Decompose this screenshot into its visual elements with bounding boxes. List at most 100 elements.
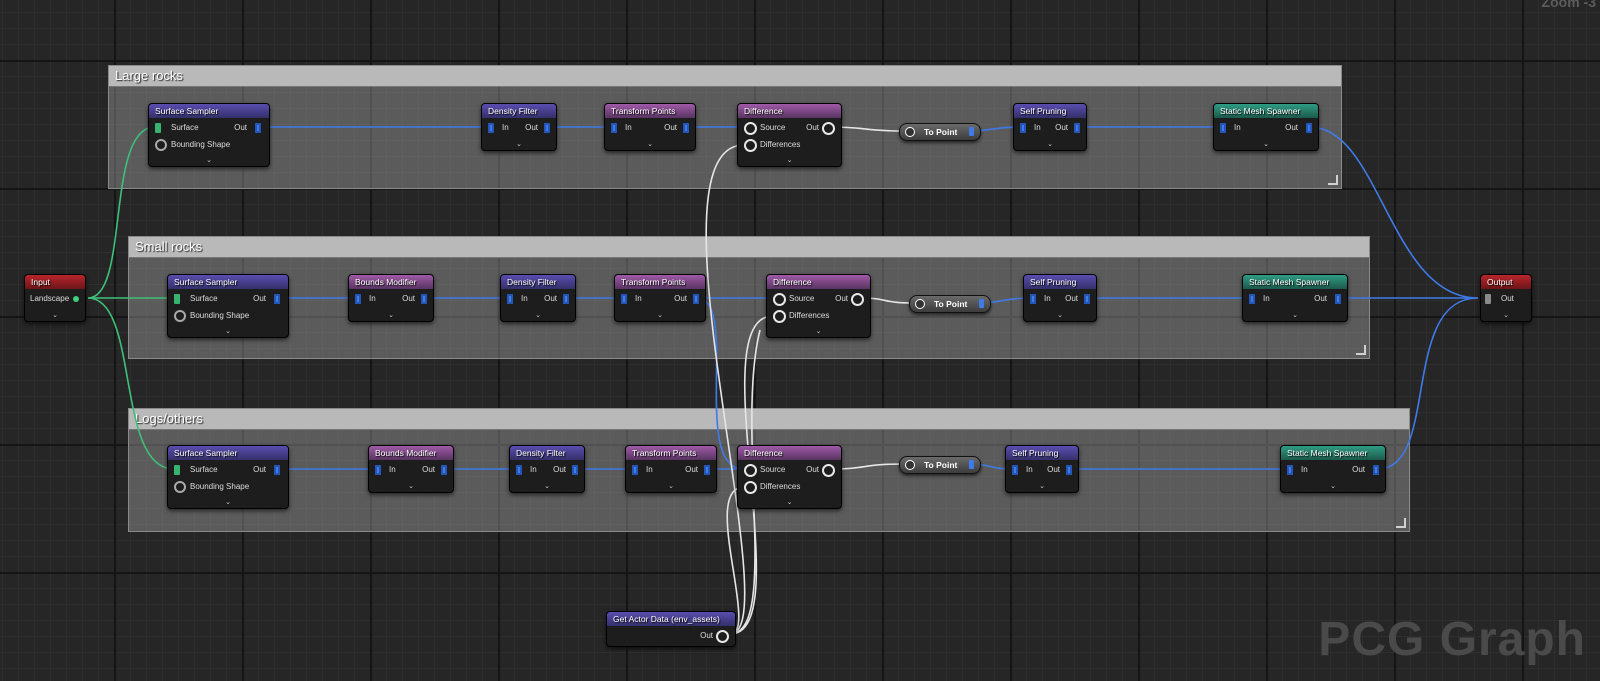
input-pin-icon[interactable]: [744, 139, 757, 152]
output-pin-icon[interactable]: [822, 464, 835, 477]
difference-node[interactable]: Difference Source Out Differences ⌄: [766, 274, 871, 338]
chevron-down-icon[interactable]: ⌄: [369, 482, 453, 490]
comment-large-rocks[interactable]: Large rocks: [108, 65, 1342, 189]
input-pin-icon[interactable]: [744, 122, 757, 135]
resize-handle-icon[interactable]: [1396, 518, 1406, 528]
bounding-shape-pin-icon[interactable]: [155, 139, 167, 151]
input-pin-icon[interactable]: [375, 465, 381, 475]
self-pruning-node[interactable]: Self Pruning In Out ⌄: [1013, 103, 1087, 151]
chevron-down-icon[interactable]: ⌄: [1281, 482, 1385, 490]
output-pin-icon[interactable]: [572, 465, 578, 475]
output-pin-icon[interactable]: [274, 294, 280, 304]
input-pin-icon[interactable]: [507, 294, 513, 304]
chevron-down-icon[interactable]: ⌄: [767, 327, 870, 335]
chevron-down-icon[interactable]: ⌄: [1214, 140, 1318, 148]
comment-small-rocks[interactable]: Small rocks: [128, 236, 1370, 359]
input-pin-icon[interactable]: [1485, 294, 1491, 304]
output-pin-icon[interactable]: [716, 630, 729, 643]
output-pin-icon[interactable]: [421, 294, 427, 304]
comment-title[interactable]: Small rocks: [129, 237, 1369, 258]
chevron-down-icon[interactable]: ⌄: [349, 311, 433, 319]
output-pin-icon[interactable]: [544, 123, 550, 133]
self-pruning-node[interactable]: Self Pruning In Out ⌄: [1005, 445, 1079, 493]
chevron-down-icon[interactable]: ⌄: [482, 140, 556, 148]
output-pin-icon[interactable]: [979, 299, 984, 308]
density-filter-node[interactable]: Density Filter In Out ⌄: [481, 103, 557, 151]
output-pin-icon[interactable]: [1335, 294, 1341, 304]
input-pin-icon[interactable]: [174, 294, 180, 304]
output-pin-icon[interactable]: [851, 293, 864, 306]
comment-title[interactable]: Large rocks: [109, 66, 1341, 87]
input-pin-icon[interactable]: [773, 293, 786, 306]
output-pin-icon[interactable]: [1306, 123, 1312, 133]
chevron-down-icon[interactable]: ⌄: [738, 498, 841, 506]
to-point-node[interactable]: To Point: [909, 295, 991, 313]
input-pin-icon[interactable]: [915, 299, 925, 309]
input-pin-icon[interactable]: [744, 464, 757, 477]
transform-points-node[interactable]: Transform Points In Out ⌄: [604, 103, 696, 151]
chevron-down-icon[interactable]: ⌄: [1481, 311, 1531, 319]
input-pin-icon[interactable]: [1012, 465, 1018, 475]
output-node[interactable]: Output Out ⌄: [1480, 274, 1532, 322]
output-pin-icon[interactable]: [1074, 123, 1080, 133]
input-pin-icon[interactable]: [355, 294, 361, 304]
input-pin-icon[interactable]: [516, 465, 522, 475]
static-mesh-spawner-node[interactable]: Static Mesh Spawner In Out ⌄: [1213, 103, 1319, 151]
chevron-down-icon[interactable]: ⌄: [1243, 311, 1347, 319]
chevron-down-icon[interactable]: ⌄: [25, 311, 85, 319]
chevron-down-icon[interactable]: ⌄: [738, 156, 841, 164]
input-pin-icon[interactable]: [905, 460, 915, 470]
chevron-down-icon[interactable]: ⌄: [510, 482, 584, 490]
input-node[interactable]: Input Landscape ⌄: [24, 274, 86, 322]
output-pin-icon[interactable]: [73, 296, 79, 302]
transform-points-node[interactable]: Transform Points In Out ⌄: [614, 274, 706, 322]
difference-node[interactable]: Difference Source Out Differences ⌄: [737, 445, 842, 509]
input-pin-icon[interactable]: [611, 123, 617, 133]
chevron-down-icon[interactable]: ⌄: [605, 140, 695, 148]
input-pin-icon[interactable]: [1220, 123, 1226, 133]
output-pin-icon[interactable]: [704, 465, 710, 475]
get-actor-data-node[interactable]: Get Actor Data (env_assets) Out: [606, 611, 736, 647]
density-filter-node[interactable]: Density Filter In Out ⌄: [500, 274, 576, 322]
transform-points-node[interactable]: Transform Points In Out ⌄: [625, 445, 717, 493]
static-mesh-spawner-node[interactable]: Static Mesh Spawner In Out ⌄: [1242, 274, 1348, 322]
chevron-down-icon[interactable]: ⌄: [501, 311, 575, 319]
input-pin-icon[interactable]: [174, 465, 180, 475]
output-pin-icon[interactable]: [969, 127, 974, 136]
resize-handle-icon[interactable]: [1328, 175, 1338, 185]
output-pin-icon[interactable]: [1084, 294, 1090, 304]
input-pin-icon[interactable]: [632, 465, 638, 475]
chevron-down-icon[interactable]: ⌄: [1014, 140, 1086, 148]
output-pin-icon[interactable]: [1066, 465, 1072, 475]
output-pin-icon[interactable]: [255, 123, 261, 133]
density-filter-node[interactable]: Density Filter In Out ⌄: [509, 445, 585, 493]
output-pin-icon[interactable]: [563, 294, 569, 304]
difference-node[interactable]: Difference Source Out Differences ⌄: [737, 103, 842, 167]
output-pin-icon[interactable]: [969, 460, 974, 469]
chevron-down-icon[interactable]: ⌄: [1024, 311, 1096, 319]
chevron-down-icon[interactable]: ⌄: [168, 327, 288, 335]
self-pruning-node[interactable]: Self Pruning In Out ⌄: [1023, 274, 1097, 322]
chevron-down-icon[interactable]: ⌄: [168, 498, 288, 506]
to-point-node[interactable]: To Point: [899, 456, 981, 474]
chevron-down-icon[interactable]: ⌄: [149, 156, 269, 164]
output-pin-icon[interactable]: [683, 123, 689, 133]
chevron-down-icon[interactable]: ⌄: [1006, 482, 1078, 490]
output-pin-icon[interactable]: [693, 294, 699, 304]
input-pin-icon[interactable]: [905, 127, 915, 137]
comment-title[interactable]: Logs/others: [129, 409, 1409, 430]
input-pin-icon[interactable]: [744, 481, 757, 494]
output-pin-icon[interactable]: [274, 465, 280, 475]
input-pin-icon[interactable]: [488, 123, 494, 133]
bounds-modifier-node[interactable]: Bounds Modifier In Out ⌄: [368, 445, 454, 493]
chevron-down-icon[interactable]: ⌄: [626, 482, 716, 490]
input-pin-icon[interactable]: [621, 294, 627, 304]
output-pin-icon[interactable]: [1373, 465, 1379, 475]
static-mesh-spawner-node[interactable]: Static Mesh Spawner In Out ⌄: [1280, 445, 1386, 493]
input-pin-icon[interactable]: [155, 123, 161, 133]
output-pin-icon[interactable]: [441, 465, 447, 475]
input-pin-icon[interactable]: [773, 310, 786, 323]
input-pin-icon[interactable]: [1020, 123, 1026, 133]
output-pin-icon[interactable]: [822, 122, 835, 135]
resize-handle-icon[interactable]: [1356, 345, 1366, 355]
